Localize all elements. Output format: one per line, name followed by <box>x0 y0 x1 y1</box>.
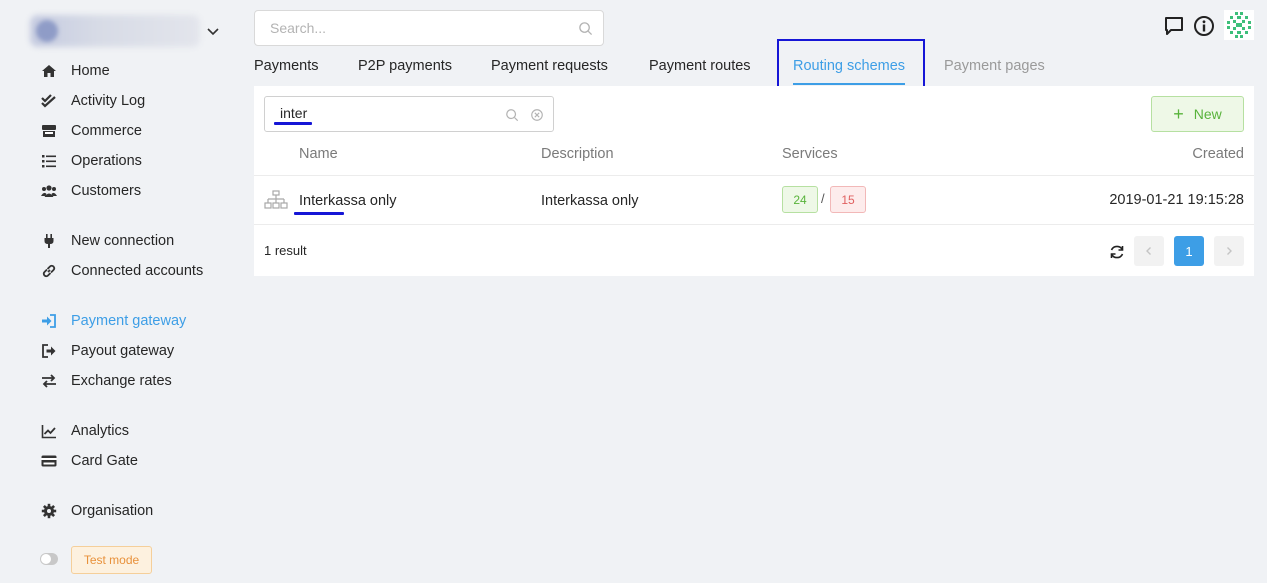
sidebar-item-label: Payout gateway <box>71 343 175 359</box>
global-search <box>254 10 604 46</box>
users-icon <box>40 182 58 200</box>
tab-payments[interactable]: Payments <box>254 58 318 78</box>
sidebar-item-label: Organisation <box>71 503 154 519</box>
gear-icon <box>40 502 58 520</box>
tab-payment-requests[interactable]: Payment requests <box>491 58 608 78</box>
tab-p2p-payments[interactable]: P2P payments <box>358 58 452 78</box>
new-button-label: New <box>1193 106 1222 122</box>
chevron-down-icon <box>207 28 219 36</box>
sidebar-item-operations[interactable]: Operations <box>40 150 142 172</box>
sidebar-item-label: Customers <box>71 183 142 199</box>
sidebar-item-label: Home <box>71 63 110 79</box>
sidebar: Home Activity Log Commerce Operations Cu… <box>0 0 240 583</box>
list-icon <box>40 152 58 170</box>
sidebar-item-analytics[interactable]: Analytics <box>40 420 129 442</box>
search-icon <box>506 109 519 122</box>
sidebar-item-label: Connected accounts <box>71 263 204 279</box>
home-icon <box>40 62 58 80</box>
sidebar-item-connected-accounts[interactable]: Connected accounts <box>40 260 203 282</box>
column-header-description: Description <box>541 146 614 162</box>
clear-icon[interactable] <box>530 108 544 122</box>
tab-payment-routes[interactable]: Payment routes <box>649 58 751 78</box>
store-icon <box>40 122 58 140</box>
sidebar-item-new-connection[interactable]: New connection <box>40 230 174 252</box>
new-button[interactable]: + New <box>1151 96 1244 132</box>
sidebar-item-label: New connection <box>71 233 175 249</box>
test-mode-badge: Test mode <box>71 546 152 574</box>
sidebar-item-label: Commerce <box>71 123 142 139</box>
sidebar-item-label: Activity Log <box>71 93 146 109</box>
sidebar-item-label: Operations <box>71 153 142 169</box>
sidebar-item-label: Payment gateway <box>71 313 187 329</box>
page-button-current[interactable]: 1 <box>1174 236 1204 266</box>
line-chart-icon <box>40 422 58 440</box>
services-separator: / <box>821 191 825 206</box>
exchange-icon <box>40 372 58 390</box>
link-icon <box>40 262 58 280</box>
table-divider <box>254 224 1254 225</box>
search-input[interactable] <box>270 20 560 36</box>
result-count: 1 result <box>264 243 307 258</box>
sign-out-icon <box>40 342 58 360</box>
routing-schemes-panel: + New Name Description Services Created … <box>254 86 1254 276</box>
column-header-name: Name <box>299 146 338 162</box>
double-check-icon <box>40 92 58 110</box>
sitemap-icon <box>264 190 288 209</box>
services-disabled-badge: 15 <box>830 186 866 213</box>
plug-icon <box>40 232 58 250</box>
column-header-created: Created <box>1192 146 1244 162</box>
filter-box <box>264 96 554 132</box>
row-description: Interkassa only <box>541 193 639 209</box>
column-header-services: Services <box>782 146 838 162</box>
sidebar-item-commerce[interactable]: Commerce <box>40 120 142 142</box>
chat-icon[interactable] <box>1163 15 1185 37</box>
sidebar-item-organisation[interactable]: Organisation <box>40 500 153 522</box>
test-mode-toggle[interactable] <box>40 553 58 565</box>
tab-payment-pages[interactable]: Payment pages <box>944 58 1045 78</box>
sidebar-item-payout-gateway[interactable]: Payout gateway <box>40 340 174 362</box>
sidebar-item-card-gate[interactable]: Card Gate <box>40 450 138 472</box>
sidebar-item-activity-log[interactable]: Activity Log <box>40 90 145 112</box>
annotation-underline-filter <box>274 122 312 125</box>
sidebar-item-home[interactable]: Home <box>40 60 110 82</box>
services-enabled-badge: 24 <box>782 186 818 213</box>
row-created: 2019-01-21 19:15:28 <box>1109 192 1244 208</box>
table-divider <box>254 175 1254 176</box>
credit-card-icon <box>40 452 58 470</box>
sign-in-icon <box>40 312 58 330</box>
refresh-icon[interactable] <box>1109 244 1125 260</box>
search-icon <box>579 22 593 36</box>
filter-input[interactable] <box>280 105 500 121</box>
organization-selector[interactable] <box>30 14 230 48</box>
chevron-left-icon <box>1146 247 1151 255</box>
chevron-right-icon <box>1227 247 1232 255</box>
sidebar-item-exchange-rates[interactable]: Exchange rates <box>40 370 172 392</box>
annotation-underline-name <box>294 212 344 215</box>
prev-page-button[interactable] <box>1134 236 1164 266</box>
sidebar-item-customers[interactable]: Customers <box>40 180 141 202</box>
user-avatar[interactable] <box>1224 10 1254 40</box>
sidebar-item-label: Analytics <box>71 423 130 439</box>
sidebar-item-payment-gateway[interactable]: Payment gateway <box>40 310 186 332</box>
next-page-button[interactable] <box>1214 236 1244 266</box>
organization-avatar <box>36 20 58 42</box>
info-icon[interactable] <box>1193 15 1215 37</box>
sidebar-item-label: Card Gate <box>71 453 138 469</box>
sidebar-item-label: Exchange rates <box>71 373 172 389</box>
row-name-link[interactable]: Interkassa only <box>299 193 397 209</box>
plus-icon: + <box>1173 104 1184 124</box>
